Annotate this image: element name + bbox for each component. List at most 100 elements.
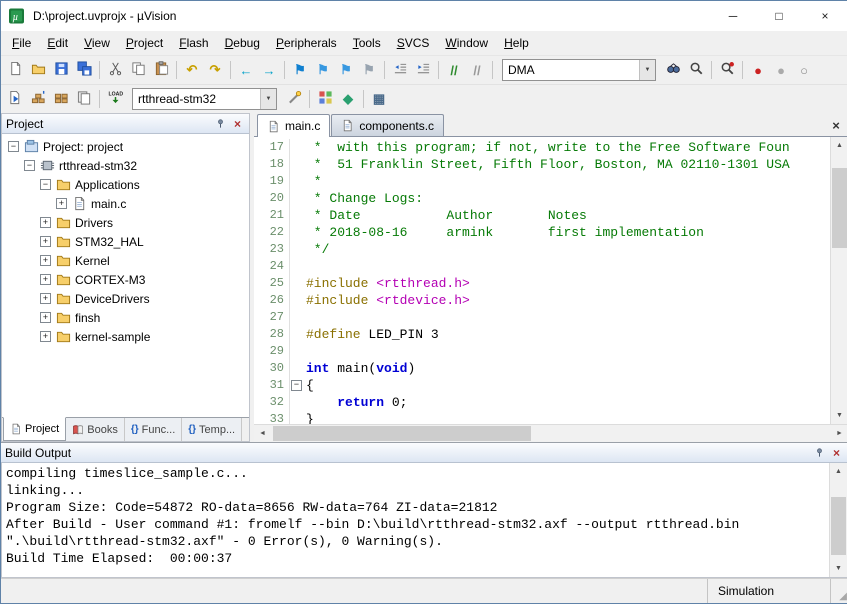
- tree-item-rtthread-stm32[interactable]: −rtthread-stm32: [2, 156, 249, 175]
- build-output-text[interactable]: compiling timeslice_sample.c...linking..…: [2, 463, 829, 577]
- expand-plus-icon[interactable]: +: [40, 217, 51, 228]
- scroll-up-icon[interactable]: ▲: [831, 137, 847, 154]
- editor-tab-main-c[interactable]: main.c: [257, 114, 330, 137]
- save-all-button[interactable]: [73, 59, 95, 81]
- tree-item-kernel-sample[interactable]: +kernel-sample: [2, 327, 249, 346]
- panel-tab-temp[interactable]: {}Temp...: [182, 418, 242, 441]
- pack-installer-button[interactable]: ▦: [368, 88, 390, 110]
- editor-tab-components-c[interactable]: components.c: [331, 114, 444, 136]
- panel-tab-project[interactable]: Project: [3, 417, 66, 441]
- download-code-button[interactable]: LOAD: [104, 88, 126, 110]
- menu-tools[interactable]: Tools: [345, 32, 389, 54]
- tree-item-drivers[interactable]: +Drivers: [2, 213, 249, 232]
- close-button[interactable]: ×: [802, 1, 847, 31]
- expand-plus-icon[interactable]: +: [56, 198, 67, 209]
- bookmark-prev-button[interactable]: ⚑: [312, 59, 334, 81]
- scroll-up-icon[interactable]: ▲: [830, 463, 847, 480]
- menu-help[interactable]: Help: [496, 32, 537, 54]
- redo-button[interactable]: ↷: [204, 59, 226, 81]
- bookmark-next-button[interactable]: ⚑: [335, 59, 357, 81]
- editor-hscroll-thumb[interactable]: [273, 426, 531, 441]
- build-vscroll-track[interactable]: [830, 480, 847, 560]
- tree-item-main-c[interactable]: +main.c: [2, 194, 249, 213]
- uncomment-selection-button[interactable]: //: [466, 59, 488, 81]
- editor-vscroll-thumb[interactable]: [832, 168, 847, 248]
- maximize-button[interactable]: □: [756, 1, 802, 31]
- expand-plus-icon[interactable]: +: [40, 236, 51, 247]
- menu-peripherals[interactable]: Peripherals: [268, 32, 345, 54]
- menu-project[interactable]: Project: [118, 32, 171, 54]
- disable-breakpoint-button[interactable]: ●: [770, 59, 792, 81]
- menu-window[interactable]: Window: [437, 32, 496, 54]
- close-project-panel-icon[interactable]: ×: [230, 116, 245, 131]
- expand-plus-icon[interactable]: +: [40, 293, 51, 304]
- tree-item-kernel[interactable]: +Kernel: [2, 251, 249, 270]
- new-file-button[interactable]: [4, 59, 26, 81]
- menu-flash[interactable]: Flash: [171, 32, 216, 54]
- search-combobox[interactable]: DMA ▼: [502, 59, 656, 81]
- menu-debug[interactable]: Debug: [217, 32, 268, 54]
- cut-button[interactable]: [104, 59, 126, 81]
- undo-button[interactable]: ↶: [181, 59, 203, 81]
- menu-edit[interactable]: Edit: [39, 32, 76, 54]
- debug-session-button[interactable]: [716, 59, 738, 81]
- insert-breakpoint-button[interactable]: ●: [747, 59, 769, 81]
- collapse-minus-icon[interactable]: −: [24, 160, 35, 171]
- nav-back-button[interactable]: ←: [235, 59, 257, 81]
- menu-file[interactable]: File: [4, 32, 39, 54]
- manage-project-items-button[interactable]: [314, 88, 336, 110]
- scroll-left-icon[interactable]: ◄: [254, 425, 271, 442]
- bookmark-toggle-button[interactable]: ⚑: [289, 59, 311, 81]
- scroll-right-icon[interactable]: ►: [831, 425, 847, 442]
- bookmark-clear-all-button[interactable]: ⚑: [358, 59, 380, 81]
- fold-collapse-icon[interactable]: −: [291, 380, 302, 391]
- save-button[interactable]: [50, 59, 72, 81]
- nav-forward-button[interactable]: →: [258, 59, 280, 81]
- find-in-files-button[interactable]: [662, 59, 684, 81]
- minimize-button[interactable]: ─: [710, 1, 756, 31]
- pin-icon[interactable]: [812, 445, 827, 460]
- tree-item-stm32-hal[interactable]: +STM32_HAL: [2, 232, 249, 251]
- target-combobox[interactable]: rtthread-stm32 ▼: [132, 88, 277, 110]
- build-button[interactable]: [27, 88, 49, 110]
- indent-button[interactable]: [412, 59, 434, 81]
- build-output-scrollbar[interactable]: ▲ ▼: [829, 463, 847, 577]
- editor-vscroll-track[interactable]: [831, 154, 847, 407]
- panel-tab-books[interactable]: Books: [66, 418, 125, 441]
- copy-button[interactable]: [127, 59, 149, 81]
- resize-grip[interactable]: ◢: [830, 579, 847, 603]
- options-for-target-button[interactable]: [283, 88, 305, 110]
- paste-button[interactable]: [150, 59, 172, 81]
- editor-hscroll-track[interactable]: [271, 425, 831, 442]
- expand-plus-icon[interactable]: +: [40, 255, 51, 266]
- menu-svcs[interactable]: SVCS: [389, 32, 438, 54]
- open-button[interactable]: [27, 59, 49, 81]
- tree-item-cortex-m3[interactable]: +CORTEX-M3: [2, 270, 249, 289]
- expand-plus-icon[interactable]: +: [40, 331, 51, 342]
- close-build-output-icon[interactable]: ×: [829, 445, 844, 460]
- pin-icon[interactable]: [213, 116, 228, 131]
- build-vscroll-thumb[interactable]: [831, 497, 846, 555]
- unindent-button[interactable]: [389, 59, 411, 81]
- editor-horizontal-scrollbar[interactable]: ◄ ►: [254, 424, 847, 442]
- rebuild-button[interactable]: [50, 88, 72, 110]
- scroll-down-icon[interactable]: ▼: [831, 407, 847, 424]
- menu-view[interactable]: View: [76, 32, 118, 54]
- kill-all-breakpoints-button[interactable]: ○: [793, 59, 815, 81]
- editor-vertical-scrollbar[interactable]: ▲ ▼: [830, 137, 847, 424]
- batch-build-button[interactable]: [73, 88, 95, 110]
- manage-run-time-environment-button[interactable]: ◆: [337, 88, 359, 110]
- editor-close-icon[interactable]: ×: [828, 117, 844, 133]
- tree-item-applications[interactable]: −Applications: [2, 175, 249, 194]
- target-dropdown-icon[interactable]: ▼: [260, 89, 276, 109]
- collapse-minus-icon[interactable]: −: [8, 141, 19, 152]
- tree-item-finsh[interactable]: +finsh: [2, 308, 249, 327]
- panel-tab-func[interactable]: {}Func...: [125, 418, 182, 441]
- code-area[interactable]: 17 * with this program; if not, write to…: [254, 137, 830, 424]
- expand-plus-icon[interactable]: +: [40, 274, 51, 285]
- tree-item-devicedrivers[interactable]: +DeviceDrivers: [2, 289, 249, 308]
- find-button[interactable]: [685, 59, 707, 81]
- scroll-down-icon[interactable]: ▼: [830, 560, 847, 577]
- comment-selection-button[interactable]: //: [443, 59, 465, 81]
- collapse-minus-icon[interactable]: −: [40, 179, 51, 190]
